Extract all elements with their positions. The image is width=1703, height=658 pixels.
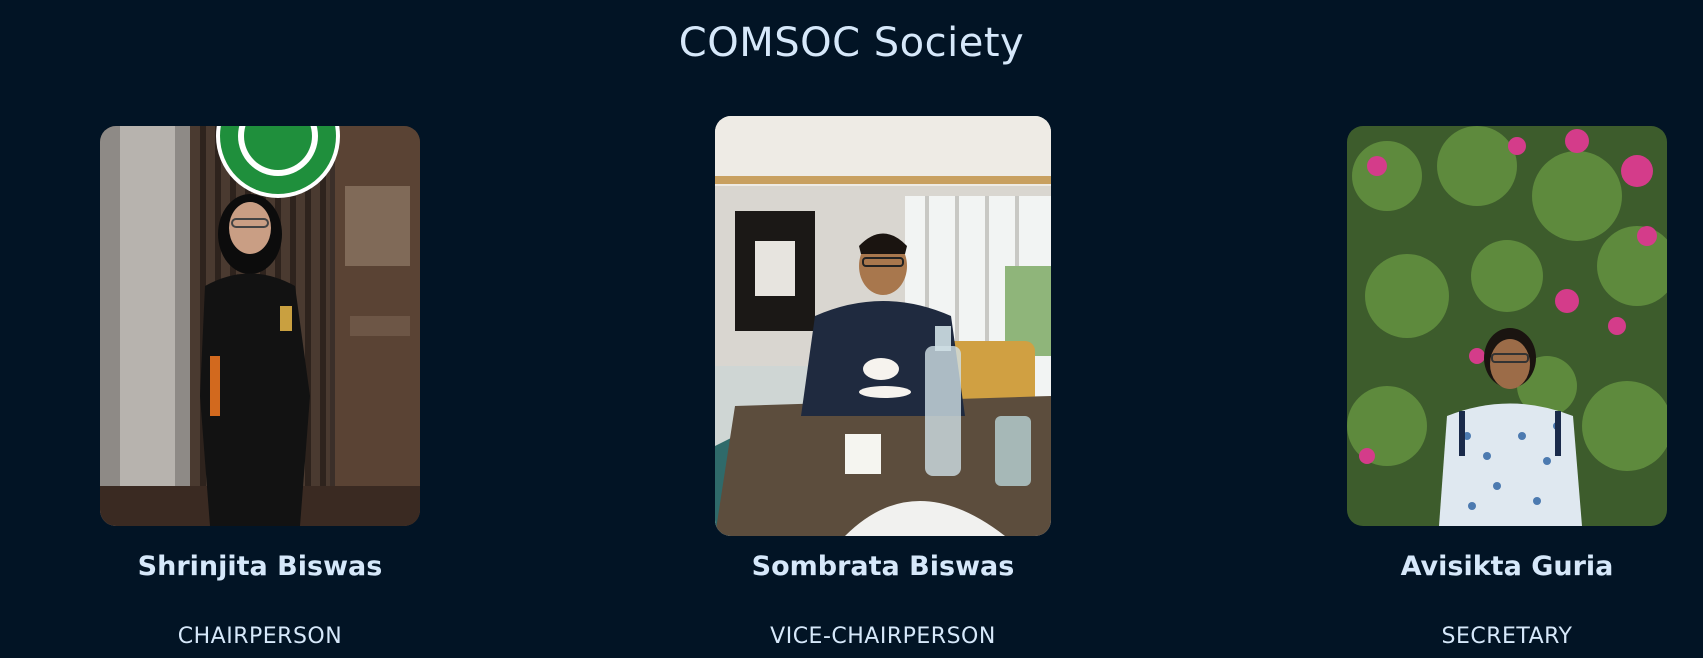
page-title: COMSOC Society (678, 20, 1025, 66)
member-name: Shrinjita Biswas (137, 551, 383, 582)
member-photo (1347, 126, 1667, 526)
member-role: VICE-CHAIRPERSON (770, 624, 996, 649)
member-name: Sombrata Biswas (751, 551, 1015, 582)
member-photo (715, 116, 1051, 536)
member-name: Avisikta Guria (1400, 551, 1614, 582)
member-role: CHAIRPERSON (177, 624, 343, 649)
member-photo (100, 126, 420, 526)
member-role: SECRETARY (1441, 624, 1573, 649)
